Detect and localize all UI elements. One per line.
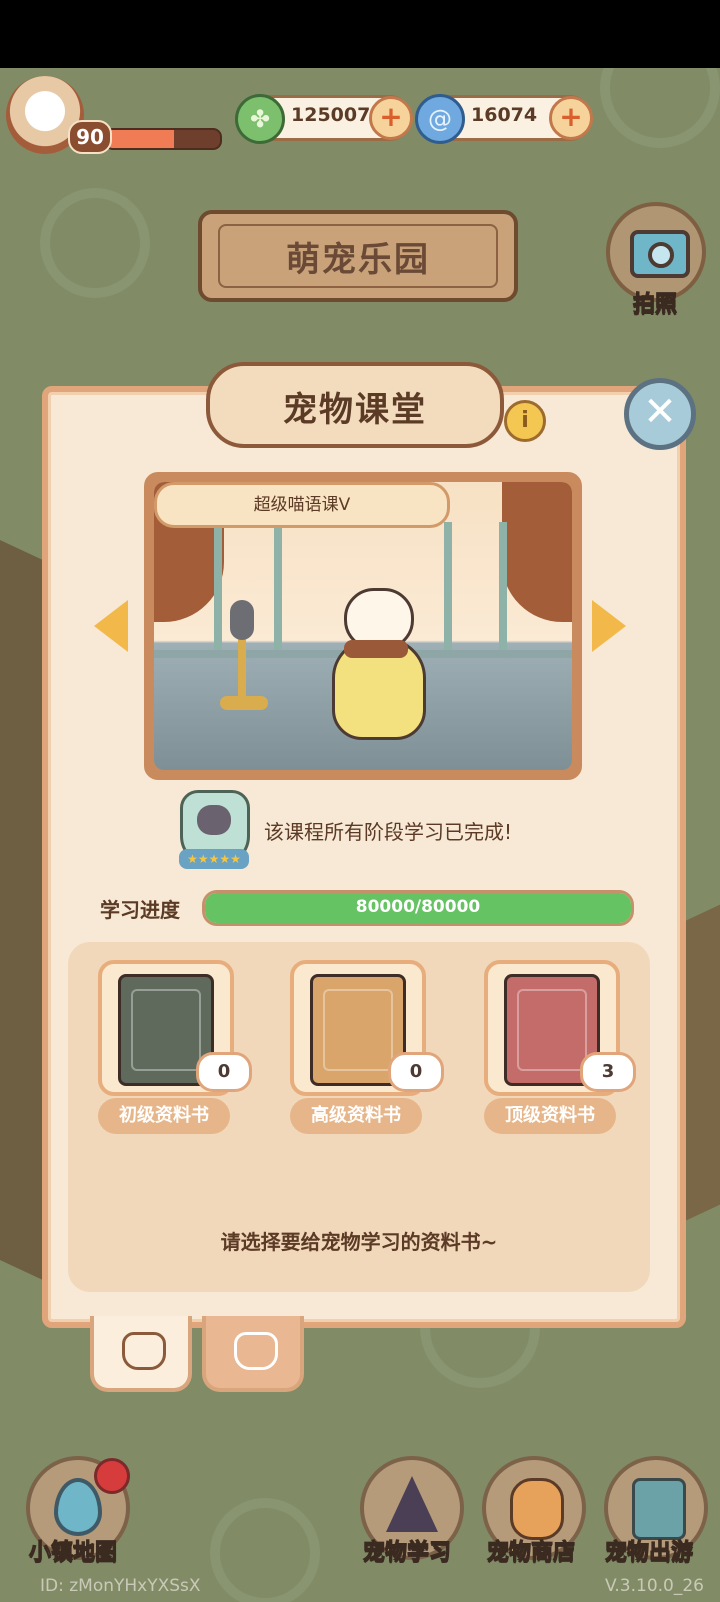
park-title: 萌宠乐园	[286, 240, 430, 280]
gem-amount: 16074	[471, 104, 538, 126]
tab-cat[interactable]	[90, 1316, 192, 1392]
clover-icon: ✤	[235, 94, 285, 144]
status-bar	[0, 0, 720, 68]
town-map-label[interactable]: 小镇地图	[8, 1534, 138, 1566]
previous-lesson-arrow[interactable]	[94, 600, 128, 652]
basic-book-label: 初级资料书	[98, 1098, 230, 1134]
notification-dot	[94, 1458, 130, 1494]
pet-cat-illustration	[324, 588, 426, 740]
progress-text: 80000/80000	[355, 897, 481, 917]
suitcase-icon	[632, 1478, 686, 1540]
select-book-hint: 请选择要给宠物学习的资料书~	[220, 1230, 498, 1254]
add-gem-button[interactable]: +	[549, 96, 593, 140]
xp-bar	[104, 128, 222, 150]
cat-badge-icon: ★★★★★	[179, 790, 250, 869]
close-icon: ✕	[643, 389, 677, 435]
currency-gem: @ 16074 +	[415, 94, 593, 144]
cat-face-icon	[122, 1332, 166, 1370]
next-lesson-arrow[interactable]	[592, 600, 626, 652]
info-button[interactable]: i	[504, 400, 546, 442]
app-version: V.3.10.0_26	[604, 1576, 704, 1596]
player-level: 90	[68, 120, 112, 154]
microphone-icon	[230, 600, 254, 640]
study-progress-bar: 80000/80000	[202, 890, 634, 926]
camera-icon	[630, 230, 690, 278]
top-book-count: 3	[580, 1052, 636, 1092]
dog-face-icon	[510, 1478, 564, 1540]
map-pin-icon	[54, 1478, 102, 1536]
clover-amount: 125007	[291, 104, 371, 126]
pet-travel-label[interactable]: 宠物出游	[584, 1534, 714, 1566]
tab-cat-alt[interactable]	[202, 1316, 304, 1392]
wizard-hat-icon	[386, 1476, 438, 1532]
spiral-gem-icon: @	[415, 94, 465, 144]
add-clover-button[interactable]: +	[369, 96, 413, 140]
user-id: ID: zMonYHxYXSsX	[40, 1576, 201, 1596]
cat-face-outline-icon	[234, 1332, 278, 1370]
pet-shop-label[interactable]: 宠物商店	[466, 1534, 596, 1566]
advanced-book-label: 高级资料书	[290, 1098, 422, 1134]
park-title-plaque: 萌宠乐园	[198, 210, 518, 302]
close-button[interactable]: ✕	[624, 378, 696, 450]
currency-clover: ✤ 125007 +	[235, 94, 413, 144]
lesson-name: 超级喵语课Ⅴ	[154, 482, 450, 528]
top-book-label: 顶级资料书	[484, 1098, 616, 1134]
camera-label[interactable]: 拍照	[600, 286, 710, 318]
progress-label: 学习进度	[100, 898, 180, 922]
basic-book-count: 0	[196, 1052, 252, 1092]
advanced-book-count: 0	[388, 1052, 444, 1092]
panel-title-banner: 宠物课堂	[206, 362, 504, 448]
completion-message: 该课程所有阶段学习已完成!	[264, 820, 513, 844]
panel-title: 宠物课堂	[283, 390, 427, 430]
pet-study-label[interactable]: 宠物学习	[342, 1534, 472, 1566]
